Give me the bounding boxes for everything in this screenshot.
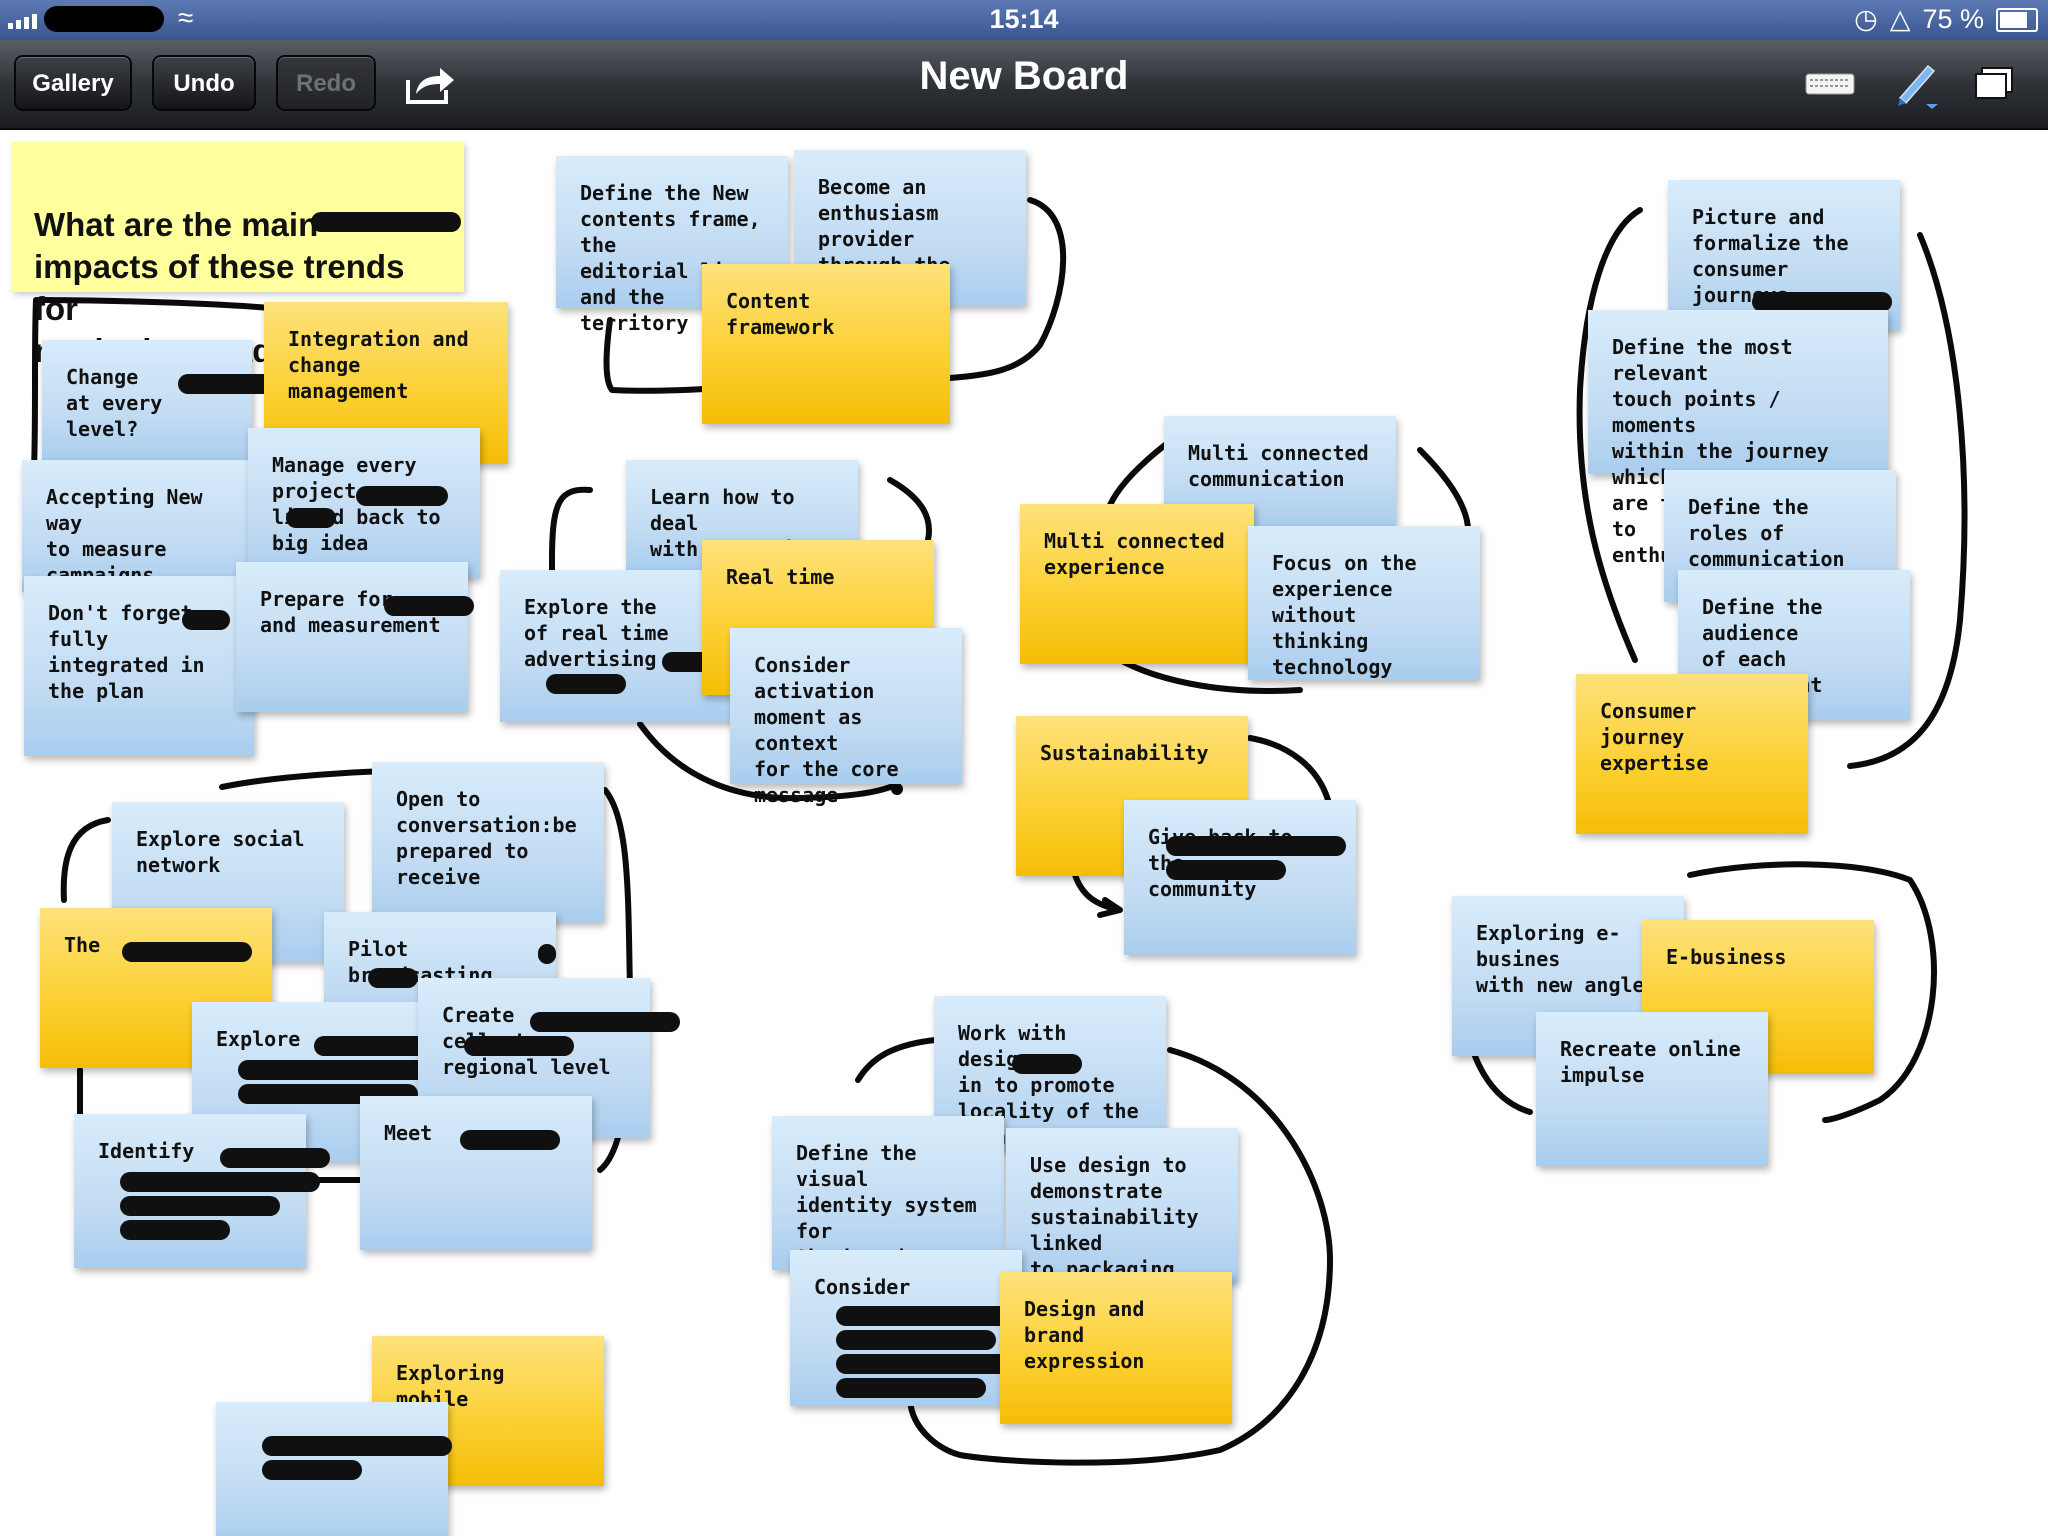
redacted-mark (286, 508, 336, 528)
note-text: Accepting New way to measure campaigns (46, 485, 203, 587)
redacted-mark (1752, 292, 1892, 312)
pen-icon[interactable] (1888, 58, 1948, 110)
note-text: Real time (726, 565, 835, 589)
note-give-back[interactable]: Give back to the community (1124, 800, 1356, 955)
note-prepare-for[interactable]: Prepare for and measurement (236, 562, 474, 712)
note-text: Sustainability (1040, 741, 1209, 765)
note-text: The (64, 933, 101, 957)
note-define-visual[interactable]: Define the visual identity system for th… (772, 1116, 1004, 1321)
pages-icon[interactable] (1966, 58, 2026, 110)
note-picture-formalize[interactable]: Picture and formalize the consumer journ… (1668, 180, 1900, 333)
redacted-mark (530, 1012, 680, 1032)
battery-icon (1996, 7, 2038, 32)
battery-percent: 75 % (1922, 4, 1984, 34)
note-text: Recreate online impulse (1560, 1037, 1741, 1087)
note-text: Design and brand expression (1024, 1297, 1145, 1373)
note-design-brand[interactable]: Design and brand expression (1000, 1272, 1232, 1424)
redacted-mark (122, 942, 252, 962)
note-use-design[interactable]: Use design to demonstrate sustainability… (1006, 1128, 1238, 1282)
note-text: Focus on the experience without thinking… (1272, 551, 1417, 679)
note-manage-every[interactable]: Manage every project linked back to big … (248, 428, 480, 578)
note-text: E-business (1666, 945, 1787, 969)
note-text: Change at every level? (66, 365, 163, 441)
redacted-mark (1166, 836, 1346, 856)
orientation-lock-icon: ◷ (1854, 4, 1878, 34)
keyboard-icon[interactable] (1800, 58, 1860, 110)
redacted-mark (546, 674, 626, 694)
note-text: Consumer journey expertise (1600, 699, 1709, 775)
redacted-mark (836, 1330, 996, 1350)
redacted-mark (368, 968, 418, 988)
note-text: Don't forget fully integrated in the pla… (48, 601, 205, 703)
note-consider-activation[interactable]: Consider activation moment as context fo… (730, 628, 962, 807)
redacted-mark (384, 596, 474, 616)
redacted-mark (538, 944, 556, 964)
status-bar: ≈ 15:14 ◷ △ 75 % (0, 0, 2048, 40)
note-text: Consider activation moment as context fo… (754, 653, 899, 807)
redacted-mark (460, 1130, 560, 1150)
redacted-mark (314, 1036, 434, 1056)
note-identify[interactable]: Identify (74, 1114, 330, 1268)
note-recreate-online[interactable]: Recreate online impulse (1536, 1012, 1768, 1166)
note-define-touch-points[interactable]: Define the most relevant touch points / … (1588, 310, 1888, 567)
note-text: Open to conversation:be prepared to rece… (396, 787, 577, 889)
redacted-mark (836, 1378, 986, 1398)
board-title: New Board (919, 54, 1129, 98)
note-consumer-journey[interactable]: Consumer journey expertise (1576, 674, 1808, 834)
note-text: Use design to demonstrate sustainability… (1030, 1153, 1199, 1281)
note-text: Meet (384, 1121, 433, 1145)
note-focus-experience[interactable]: Focus on the experience without thinking… (1248, 526, 1480, 680)
note-text: Identify (98, 1139, 195, 1163)
board-canvas[interactable]: What are the main impacts of these trend… (0, 130, 2048, 1536)
redacted-mark (238, 1060, 434, 1080)
redacted-mark (311, 212, 461, 232)
redacted-mark (1012, 1054, 1082, 1074)
redacted-mark (120, 1172, 320, 1192)
note-text: Explore social network (136, 827, 305, 877)
question-note[interactable]: What are the main impacts of these trend… (12, 142, 464, 369)
redacted-mark (220, 1148, 330, 1168)
status-time: 15:14 (989, 4, 1059, 34)
redacted-mark (120, 1196, 280, 1216)
note-accepting[interactable]: Accepting New way to measure campaigns (22, 460, 262, 592)
note-meet[interactable]: Meet (360, 1096, 592, 1250)
note-text: Consider (814, 1275, 911, 1299)
redacted-mark (182, 610, 230, 630)
note-dont-forget[interactable]: Don't forget fully integrated in the pla… (24, 576, 254, 756)
redacted-mark (1166, 860, 1286, 880)
note-multi-connected-experience[interactable]: Multi connected experience (1020, 504, 1254, 664)
note-text: Multi connected communication (1188, 441, 1369, 491)
note-consider[interactable]: Consider (790, 1250, 1036, 1406)
redacted-mark (262, 1436, 452, 1456)
redacted-mark (356, 486, 448, 506)
note-content-framework[interactable]: Content framework (702, 264, 950, 424)
toolbar: Gallery Undo Redo New Board (0, 40, 2048, 130)
note-mobile-sub[interactable] (216, 1402, 452, 1536)
status-right: ◷ △ 75 % (1854, 4, 2038, 35)
note-text: Content framework (726, 289, 835, 339)
note-text: Exploring e-busines with new angles (1476, 921, 1657, 997)
note-text: Multi connected experience (1044, 529, 1225, 579)
redacted-mark (120, 1220, 230, 1240)
redacted-mark (262, 1460, 362, 1480)
note-text: Integration and change management (288, 327, 469, 403)
airplay-icon: △ (1889, 4, 1911, 34)
note-open-conversation[interactable]: Open to conversation:be prepared to rece… (372, 762, 604, 922)
redacted-mark (464, 1036, 574, 1056)
note-change[interactable]: Change at every level? (42, 340, 286, 462)
note-text: Explore (216, 1027, 301, 1051)
note-text: Explore the of real time advertising (524, 595, 669, 671)
